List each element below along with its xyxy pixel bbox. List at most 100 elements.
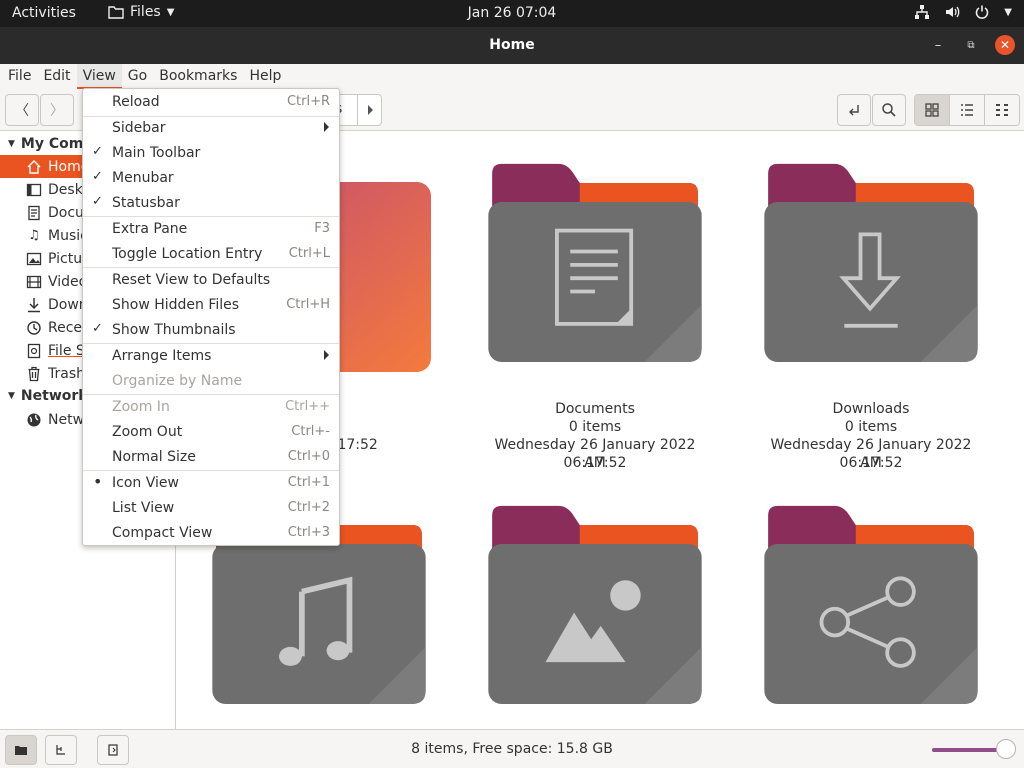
power-icon	[976, 5, 989, 19]
search-icon	[882, 103, 896, 117]
window-title: Home	[489, 37, 535, 53]
menubar: File Edit View Go Bookmarks Help	[0, 64, 1024, 89]
menuitem-menubar[interactable]: ✓ Menubar	[83, 166, 339, 191]
home-icon	[26, 159, 42, 175]
menuitem-label: Statusbar	[112, 195, 180, 211]
back-button[interactable]: 〈	[5, 94, 39, 126]
grid-icon	[925, 103, 939, 117]
zoom-slider-handle[interactable]	[996, 739, 1016, 759]
minimize-button[interactable]: –	[928, 35, 948, 55]
menuitem-compact-view[interactable]: Compact View Ctrl+3	[83, 521, 339, 546]
menuitem-zoom-in: Zoom In Ctrl++	[83, 395, 339, 420]
menuitem-statusbar[interactable]: ✓ Statusbar	[83, 191, 339, 216]
menuitem-show-thumbnails[interactable]: ✓ Show Thumbnails	[83, 318, 339, 343]
menuitem-show-hidden-files[interactable]: Show Hidden Files Ctrl+H	[83, 293, 339, 318]
check-icon: ✓	[92, 321, 103, 336]
menu-bookmarks[interactable]: Bookmarks	[153, 64, 243, 89]
music-icon: ♫	[28, 228, 40, 243]
menuitem-label: Zoom In	[112, 399, 170, 415]
menuitem-accel: Ctrl+0	[287, 449, 330, 464]
menu-help[interactable]: Help	[243, 64, 287, 89]
download-icon	[26, 297, 42, 313]
minimize-icon: –	[934, 37, 942, 53]
list-view-button[interactable]	[950, 95, 985, 125]
path-scroll-right-button[interactable]	[357, 94, 383, 126]
documents-folder-icon	[488, 163, 702, 362]
submenu-arrow-icon	[324, 350, 329, 360]
menuitem-reset-view[interactable]: Reset View to Defaults	[83, 268, 339, 293]
menuitem-label: Show Thumbnails	[112, 322, 236, 338]
menuitem-label: Main Toolbar	[112, 145, 201, 161]
maximize-icon: ⧉	[967, 39, 975, 51]
compact-view-button[interactable]	[985, 95, 1019, 125]
sidebar-section-my-computer[interactable]: ▼ My Comp	[8, 136, 93, 152]
menuitem-label: Organize by Name	[112, 373, 243, 389]
location-toggle-button[interactable]	[837, 94, 871, 126]
file-date-suffix: AM	[860, 455, 882, 471]
menuitem-list-view[interactable]: List View Ctrl+2	[83, 496, 339, 521]
radio-dot-icon: •	[93, 472, 103, 491]
search-button[interactable]	[872, 94, 906, 126]
document-icon	[26, 205, 42, 221]
check-icon: ✓	[92, 169, 103, 184]
menuitem-accel: Ctrl+H	[286, 297, 330, 312]
menuitem-label: Arrange Items	[112, 348, 212, 364]
trash-icon	[26, 366, 42, 382]
close-button[interactable]: ✕	[995, 35, 1015, 55]
recent-icon	[26, 320, 42, 336]
clock[interactable]: Jan 26 07:04	[0, 5, 1024, 21]
menuitem-label: Zoom Out	[112, 424, 183, 440]
menuitem-label: Toggle Location Entry	[112, 246, 263, 262]
menuitem-normal-size[interactable]: Normal Size Ctrl+0	[83, 445, 339, 470]
status-bar: 8 items, Free space: 15.8 GB	[0, 729, 1024, 768]
menuitem-label: List View	[112, 500, 175, 516]
pictures-folder-icon	[488, 505, 702, 704]
zoom-slider[interactable]	[932, 739, 1016, 759]
menuitem-toggle-location-entry[interactable]: Toggle Location Entry Ctrl+L	[83, 242, 339, 267]
menuitem-label: Normal Size	[112, 449, 196, 465]
chevron-down-icon: ▼	[1004, 6, 1012, 18]
chevron-left-icon: 〈	[15, 103, 29, 119]
menuitem-label: Show Hidden Files	[112, 297, 240, 313]
window-titlebar[interactable]: Home – ⧉ ✕	[0, 27, 1024, 64]
maximize-button[interactable]: ⧉	[961, 35, 981, 55]
menuitem-label: Menubar	[112, 170, 174, 186]
sidebar-section-label: Network	[20, 388, 88, 404]
public-folder-icon	[764, 505, 978, 704]
menuitem-zoom-out[interactable]: Zoom Out Ctrl+-	[83, 420, 339, 445]
system-menu[interactable]: ▼	[914, 4, 1012, 20]
menu-view[interactable]: View	[76, 64, 122, 89]
menu-file[interactable]: File	[2, 64, 37, 89]
icon-view-button[interactable]	[915, 95, 950, 125]
network-icon	[26, 412, 42, 428]
menu-go[interactable]: Go	[122, 64, 153, 89]
sidebar-item-label: File S	[48, 342, 85, 359]
sidebar-section-network[interactable]: ▼ Network	[8, 388, 88, 404]
sidebar-item-label: Trash	[48, 365, 85, 382]
menuitem-sidebar[interactable]: Sidebar	[83, 116, 339, 141]
desktop-icon	[26, 182, 42, 198]
menuitem-arrange-items[interactable]: Arrange Items	[83, 344, 339, 369]
forward-button[interactable]: 〉	[40, 94, 74, 126]
menuitem-main-toolbar[interactable]: ✓ Main Toolbar	[83, 141, 339, 166]
menuitem-accel: F3	[314, 221, 330, 236]
file-name: Documents	[555, 401, 635, 417]
expander-down-icon: ▼	[8, 391, 15, 401]
expander-down-icon: ▼	[8, 139, 15, 149]
compact-icon	[996, 104, 1008, 116]
view-menu: Reload Ctrl+R Sidebar ✓ Main Toolbar ✓ M…	[82, 88, 340, 546]
zoom-slider-fill	[932, 748, 1006, 752]
file-count: 0 items	[568, 419, 622, 435]
network-wired-icon	[915, 5, 930, 19]
menu-edit[interactable]: Edit	[37, 64, 76, 89]
view-mode-group	[914, 94, 1020, 126]
status-text: 8 items, Free space: 15.8 GB	[411, 741, 613, 757]
menuitem-label: Compact View	[112, 525, 213, 541]
file-count: 0 items	[844, 419, 898, 435]
menuitem-extra-pane[interactable]: Extra Pane F3	[83, 217, 339, 242]
menuitem-accel: Ctrl+2	[287, 500, 330, 515]
menuitem-icon-view[interactable]: • Icon View Ctrl+1	[83, 471, 339, 496]
video-icon	[26, 274, 42, 290]
menuitem-reload[interactable]: Reload Ctrl+R	[83, 90, 339, 115]
list-icon	[961, 104, 973, 116]
